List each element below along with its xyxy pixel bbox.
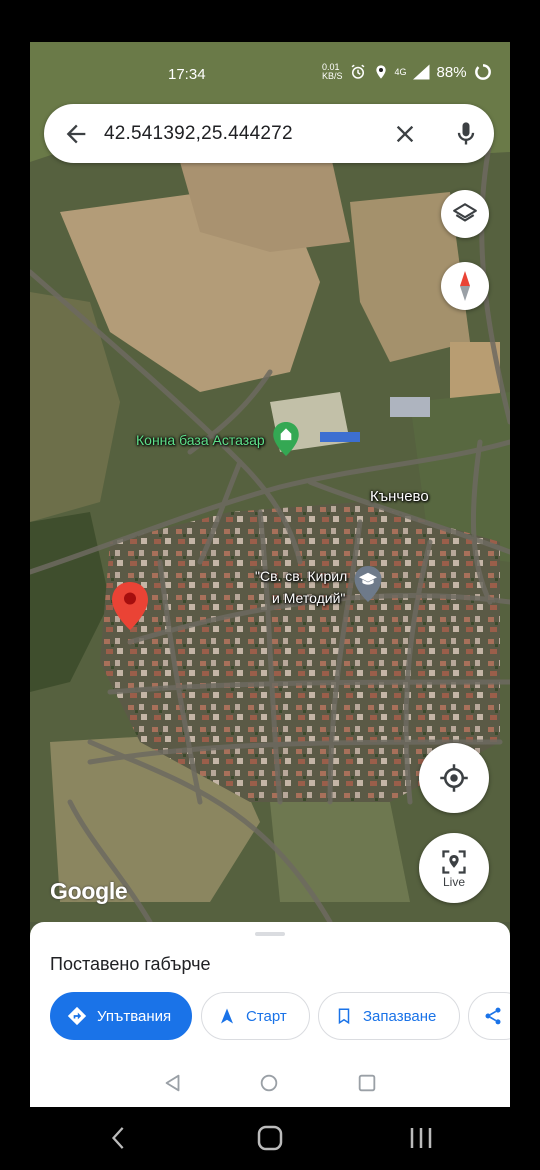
crosshair-icon	[440, 764, 468, 792]
my-location-button[interactable]	[419, 743, 489, 813]
save-button[interactable]: Запазване	[318, 992, 460, 1040]
school-pin-icon[interactable]	[354, 566, 382, 602]
microphone-icon[interactable]	[452, 119, 480, 149]
system-nav-bar	[0, 1107, 540, 1170]
live-view-button[interactable]: Live	[419, 833, 489, 903]
dropped-pin-icon[interactable]	[112, 582, 148, 630]
save-label: Запазване	[363, 1007, 437, 1025]
navigation-arrow-icon	[221, 1008, 233, 1024]
status-icons: 0.01 KB/S 4G 88%	[322, 62, 493, 82]
village-label[interactable]: Кънчево	[370, 488, 429, 505]
bookmark-icon	[338, 1008, 350, 1025]
location-icon	[375, 65, 386, 79]
nav-home-icon[interactable]	[258, 1072, 280, 1099]
signal-icon	[412, 64, 430, 80]
screen: 17:34 0.01 KB/S 4G 88% 42.541392,25.4442…	[30, 42, 510, 1107]
school-label-line2[interactable]: и Методий"	[272, 590, 345, 606]
layers-icon	[453, 203, 477, 222]
back-arrow-icon[interactable]	[62, 120, 90, 148]
search-query[interactable]: 42.541392,25.444272	[104, 123, 293, 145]
poi-pin-icon[interactable]	[273, 422, 299, 456]
battery-ring-icon	[474, 64, 491, 80]
live-view-label: Live	[442, 875, 465, 889]
live-view-icon	[442, 850, 466, 874]
share-icon	[485, 1007, 501, 1025]
status-bar: 17:34 0.01 KB/S 4G 88%	[30, 42, 510, 100]
start-button[interactable]: Старт	[201, 992, 310, 1040]
system-home-icon[interactable]	[256, 1125, 284, 1156]
school-label-line1[interactable]: "Св. св. Кирил	[255, 568, 347, 584]
directions-label: Упътвания	[97, 1007, 172, 1025]
data-speed-indicator: 0.01 KB/S	[322, 62, 343, 81]
system-back-icon[interactable]	[108, 1125, 130, 1156]
app-nav-bar	[30, 1060, 510, 1107]
share-button[interactable]	[468, 992, 510, 1040]
nav-back-icon[interactable]	[162, 1072, 184, 1099]
layers-button[interactable]	[441, 190, 489, 238]
directions-button[interactable]: Упътвания	[50, 992, 192, 1040]
alarm-icon	[351, 64, 364, 79]
bottom-sheet[interactable]: Поставено габърче Упътвания Старт Запазв…	[30, 922, 510, 1107]
nav-recents-icon[interactable]	[356, 1072, 378, 1099]
compass-button[interactable]	[441, 262, 489, 310]
search-bar[interactable]: 42.541392,25.444272	[44, 104, 494, 163]
status-time: 17:34	[168, 66, 206, 83]
sheet-drag-handle[interactable]	[255, 932, 285, 936]
battery-percent: 88%	[436, 63, 467, 81]
network-type: 4G	[394, 67, 407, 77]
close-icon[interactable]	[391, 120, 419, 148]
system-recents-icon[interactable]	[408, 1125, 434, 1156]
sheet-title: Поставено габърче	[50, 954, 211, 974]
start-label: Старт	[246, 1007, 287, 1025]
compass-icon	[460, 271, 470, 301]
poi-label-stable[interactable]: Конна база Астазар	[136, 432, 265, 448]
google-logo: Google	[50, 878, 128, 904]
directions-icon	[67, 1006, 87, 1026]
